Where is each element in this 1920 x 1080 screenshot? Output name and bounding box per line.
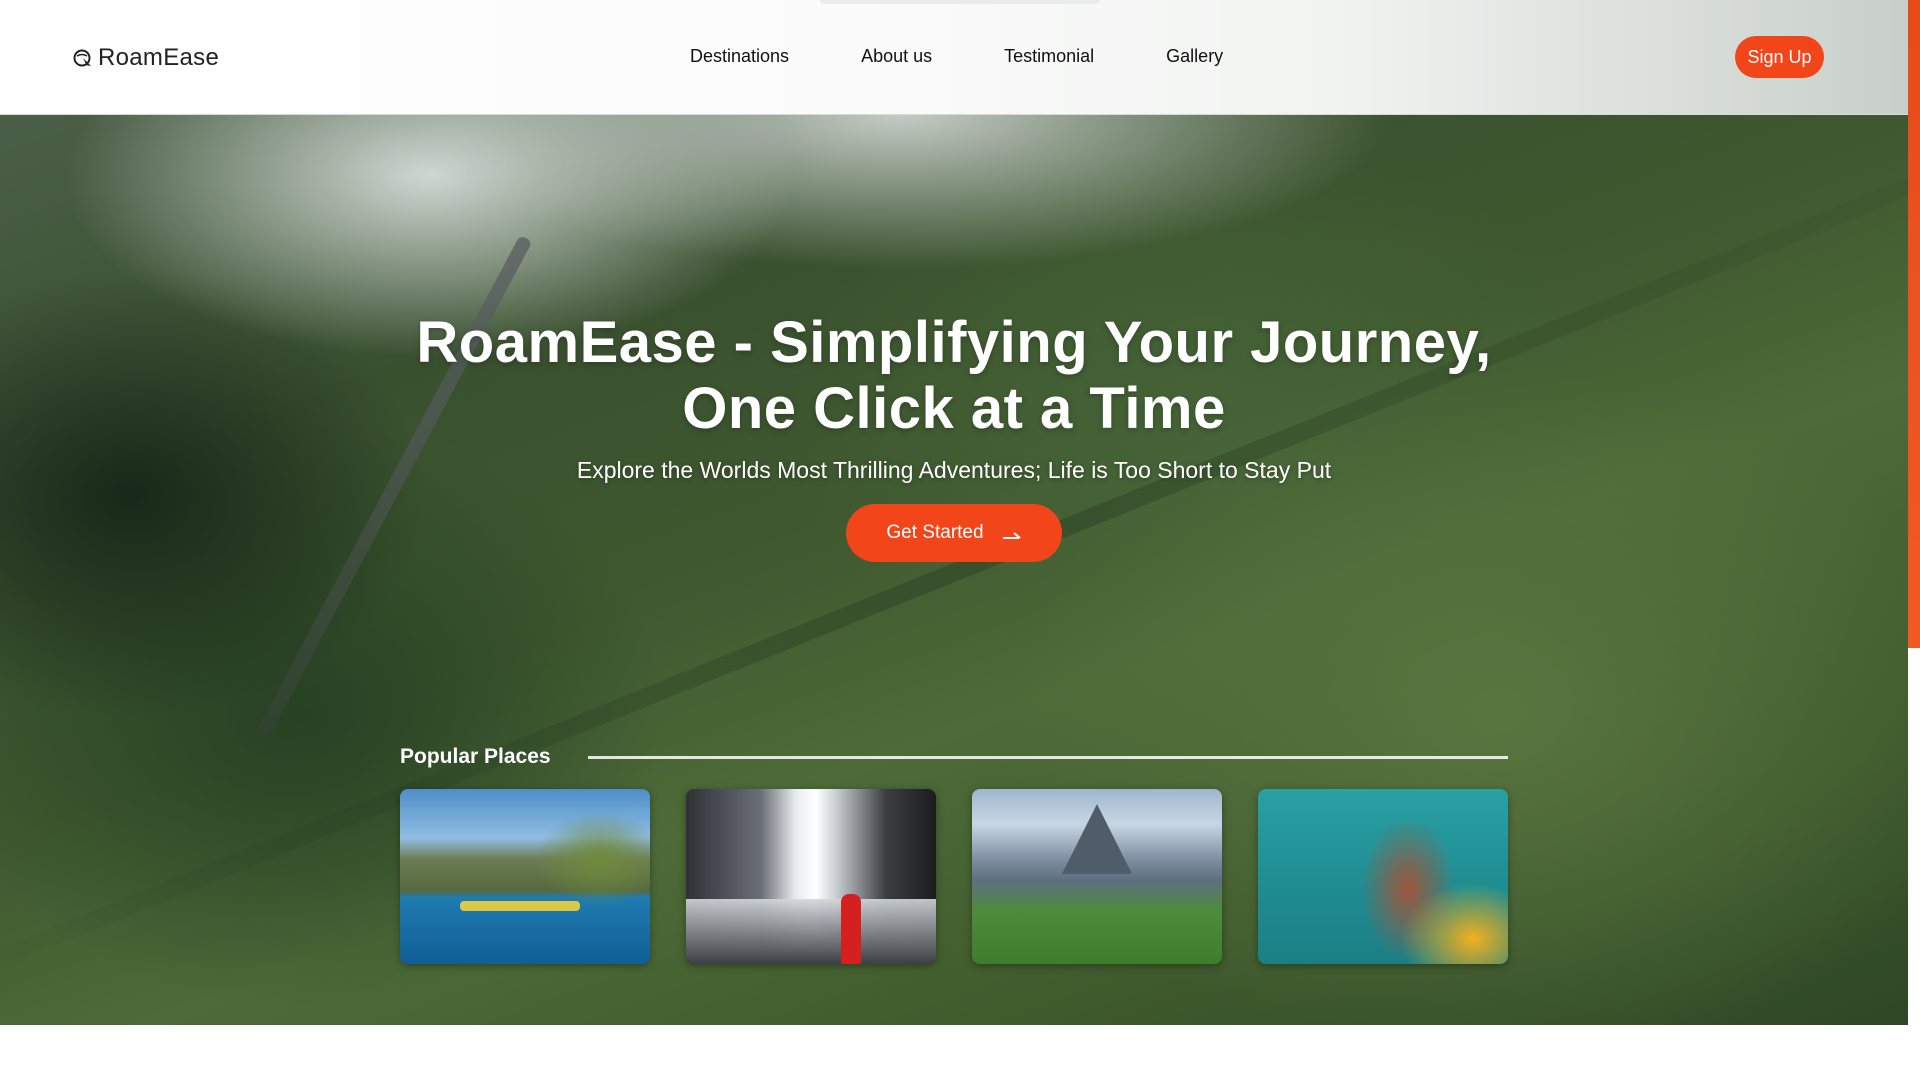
hero-section: RoamEase - Simplifying Your Journey, One…	[0, 115, 1908, 1025]
site-header: RoamEase Destinations About us Testimoni…	[0, 0, 1908, 115]
hero-title-line-2: One Click at a Time	[682, 376, 1226, 441]
person-red-jacket	[841, 894, 861, 964]
mountain-peak	[1062, 804, 1132, 874]
popular-places-cards	[400, 789, 1508, 964]
page-bottom-section	[0, 1025, 1908, 1080]
place-card-mountain-ridge[interactable]	[972, 789, 1222, 964]
globe-arrow-icon	[72, 47, 94, 69]
hero-title: RoamEase - Simplifying Your Journey, One…	[0, 310, 1908, 442]
boat-shape	[460, 901, 580, 911]
place-card-waterfall[interactable]	[686, 789, 936, 964]
popular-places-heading: Popular Places	[400, 745, 551, 768]
nav-gallery[interactable]: Gallery	[1166, 46, 1223, 67]
brand-logo[interactable]: RoamEase	[72, 44, 219, 72]
hero-subtitle: Explore the Worlds Most Thrilling Advent…	[576, 457, 1332, 483]
hero-title-line-1: RoamEase - Simplifying Your Journey,	[416, 310, 1492, 375]
brand-name: RoamEase	[98, 44, 220, 71]
nav-about-us[interactable]: About us	[861, 46, 932, 67]
get-started-button[interactable]: Get Started	[846, 504, 1062, 562]
arrow-right-icon	[1002, 527, 1022, 539]
main-nav: Destinations About us Testimonial Galler…	[690, 46, 1223, 67]
place-card-coastal-village[interactable]	[1258, 789, 1508, 964]
waterfall-mist	[686, 899, 936, 964]
sign-up-button[interactable]: Sign Up	[1735, 36, 1824, 78]
nav-testimonial[interactable]: Testimonial	[1004, 46, 1094, 67]
right-edge-accent	[1908, 0, 1920, 1080]
place-card-bay-cliffs[interactable]	[400, 789, 650, 964]
popular-places-divider	[588, 756, 1508, 759]
landing-page: RoamEase Destinations About us Testimoni…	[0, 0, 1920, 1080]
get-started-label: Get Started	[886, 522, 984, 543]
nav-destinations[interactable]: Destinations	[690, 46, 789, 67]
header-top-pill	[820, 0, 1100, 4]
